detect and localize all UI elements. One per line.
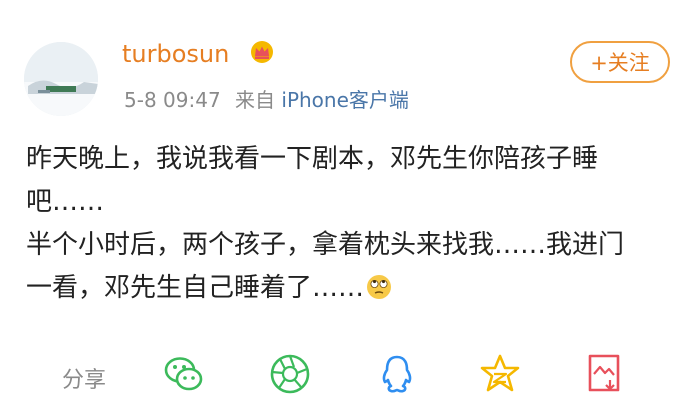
eye-roll-emoji-icon bbox=[367, 275, 392, 299]
username[interactable]: turbosun bbox=[122, 40, 229, 68]
content-line: 一看，邓先生自己睡着了…… bbox=[26, 267, 666, 310]
post-source[interactable]: iPhone客户端 bbox=[281, 88, 409, 112]
follow-button[interactable]: +关注 bbox=[570, 41, 670, 83]
save-image-icon[interactable] bbox=[582, 352, 626, 396]
share-label: 分享 bbox=[62, 368, 107, 393]
avatar-image bbox=[24, 42, 98, 116]
post-meta: 5-8 09:47 来自 iPhone客户端 bbox=[124, 84, 409, 113]
content-line: 半个小时后，两个孩子，拿着枕头来找我……我进门 bbox=[26, 230, 625, 260]
content-line: 吧…… bbox=[26, 187, 105, 217]
post-content: 昨天晚上，我说我看一下剧本，邓先生你陪孩子睡 吧…… 半个小时后，两个孩子，拿着… bbox=[26, 138, 666, 310]
crown-icon bbox=[251, 41, 273, 63]
avatar[interactable] bbox=[24, 42, 98, 116]
post-date: 5-8 bbox=[124, 88, 157, 112]
qzone-icon[interactable] bbox=[478, 352, 522, 396]
qq-icon[interactable] bbox=[375, 352, 419, 396]
content-line-text: 一看，邓先生自己睡着了…… bbox=[26, 273, 365, 303]
content-line: 昨天晚上，我说我看一下剧本，邓先生你陪孩子睡 bbox=[26, 144, 599, 174]
follow-label: +关注 bbox=[590, 51, 650, 75]
post-time: 09:47 bbox=[163, 88, 221, 112]
source-prefix: 来自 bbox=[235, 88, 276, 112]
wechat-icon[interactable] bbox=[162, 352, 206, 396]
moments-icon[interactable] bbox=[268, 352, 312, 396]
